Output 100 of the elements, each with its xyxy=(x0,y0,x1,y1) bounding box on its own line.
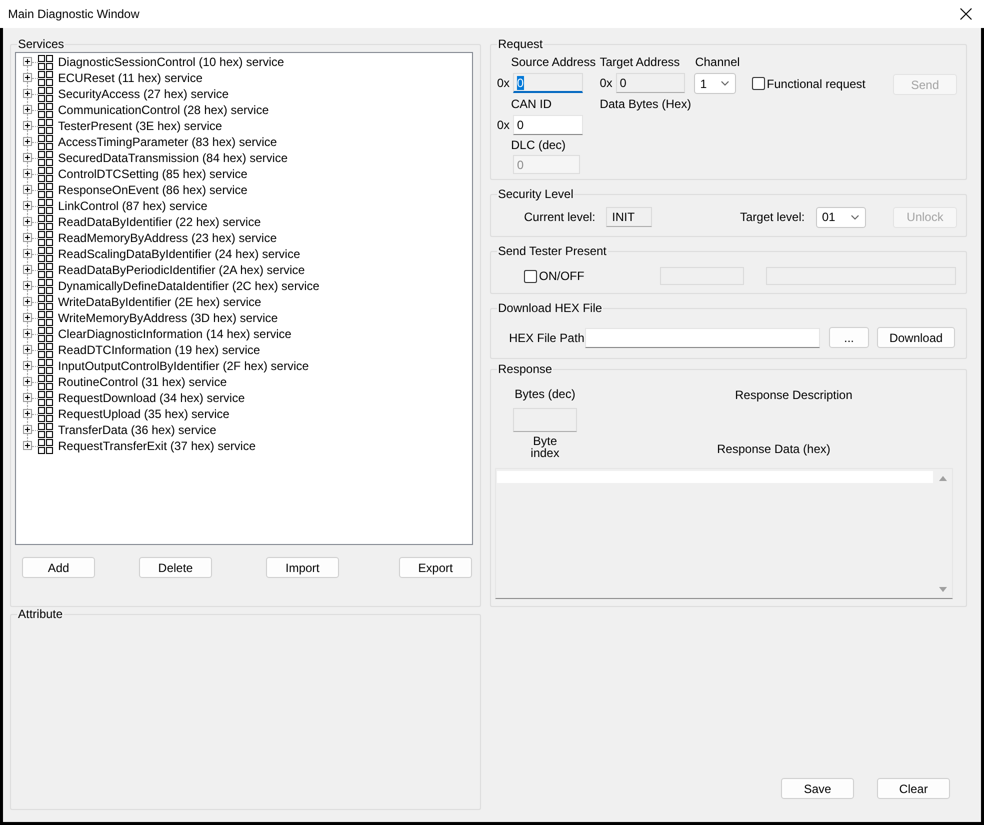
grid-icon xyxy=(38,166,53,182)
expand-icon[interactable] xyxy=(23,233,32,242)
expand-icon[interactable] xyxy=(23,89,32,98)
expand-icon[interactable] xyxy=(23,409,32,418)
tree-item[interactable]: DynamicallyDefineDataIdentifier (2C hex) service xyxy=(58,279,320,293)
grid-icon xyxy=(38,342,53,358)
group-title: Attribute xyxy=(17,607,64,621)
browse-button[interactable]: ... xyxy=(829,327,869,348)
source-address-field[interactable]: 0 xyxy=(513,73,583,93)
tree-item[interactable]: TransferData (36 hex) service xyxy=(58,423,216,437)
tree-item[interactable]: ReadScalingDataByIdentifier (24 hex) service xyxy=(58,247,300,261)
tree-item[interactable]: RequestDownload (34 hex) service xyxy=(58,391,245,405)
expand-icon[interactable] xyxy=(23,153,32,162)
checkbox-label[interactable]: ON/OFF xyxy=(539,269,584,283)
tree-item[interactable]: ReadDTCInformation (19 hex) service xyxy=(58,343,260,357)
field-label: Target level: xyxy=(740,210,806,224)
expand-icon[interactable] xyxy=(23,249,32,258)
list-action-button[interactable]: Export xyxy=(399,557,472,578)
tree-item[interactable]: AccessTimingParameter (83 hex) service xyxy=(58,135,277,149)
list-action-button[interactable]: Delete xyxy=(139,557,212,578)
expand-icon[interactable] xyxy=(23,185,32,194)
tree-item[interactable]: ControlDTCSetting (85 hex) service xyxy=(58,167,248,181)
grid-icon xyxy=(38,70,53,86)
grid-icon xyxy=(38,422,53,438)
group-title: Request xyxy=(497,37,544,51)
expand-icon[interactable] xyxy=(23,265,32,274)
group-title: Download HEX File xyxy=(497,301,604,315)
tree-item[interactable]: ReadDataByIdentifier (22 hex) service xyxy=(58,215,261,229)
channel-dropdown[interactable]: 1 xyxy=(694,73,736,94)
tree-item[interactable]: ClearDiagnosticInformation (14 hex) service xyxy=(58,327,292,341)
dialog-button[interactable]: Clear xyxy=(877,778,950,799)
checkbox[interactable] xyxy=(752,77,765,90)
grid-icon xyxy=(38,374,53,390)
tree-item[interactable]: InputOutputControlByIdentifier (2F hex) service xyxy=(58,359,309,373)
tree-item[interactable]: TesterPresent (3E hex) service xyxy=(58,119,222,133)
grid-icon xyxy=(38,326,53,342)
tree-item[interactable]: DiagnosticSessionControl (10 hex) service xyxy=(58,55,284,69)
expand-icon[interactable] xyxy=(23,329,32,338)
tree-item[interactable]: WriteDataByIdentifier (2E hex) service xyxy=(58,295,262,309)
field-label: Data Bytes (Hex) xyxy=(600,97,692,111)
tree-item[interactable]: SecurityAccess (27 hex) service xyxy=(58,87,229,101)
tree-item[interactable]: SecuredDataTransmission (84 hex) service xyxy=(58,151,288,165)
expand-icon[interactable] xyxy=(23,313,32,322)
bytes-field xyxy=(513,408,577,432)
expand-icon[interactable] xyxy=(23,201,32,210)
tree-item[interactable]: RequestUpload (35 hex) service xyxy=(58,407,230,421)
expand-icon[interactable] xyxy=(23,57,32,66)
tree-item[interactable]: WriteMemoryByAddress (3D hex) service xyxy=(58,311,278,325)
grid-icon xyxy=(38,262,53,278)
expand-icon[interactable] xyxy=(23,169,32,178)
field-label: Source Address xyxy=(511,55,596,69)
checkbox-label[interactable]: Functional request xyxy=(766,76,866,90)
grid-icon xyxy=(38,214,53,230)
list-action-button[interactable]: Import xyxy=(266,557,339,578)
field-label: HEX File Path xyxy=(509,330,585,344)
expand-icon[interactable] xyxy=(23,297,32,306)
field-label: CAN ID xyxy=(511,97,552,111)
tree-item[interactable]: LinkControl (87 hex) service xyxy=(58,199,208,213)
expand-icon[interactable] xyxy=(23,377,32,386)
group-title: Send Tester Present xyxy=(497,244,608,258)
expand-icon[interactable] xyxy=(23,217,32,226)
grid-icon xyxy=(38,230,53,246)
field-label: Channel xyxy=(695,55,740,69)
tree-item[interactable]: ECUReset (11 hex) service xyxy=(58,71,202,85)
tree-item[interactable]: RoutineControl (31 hex) service xyxy=(58,375,227,389)
expand-icon[interactable] xyxy=(23,121,32,130)
grid-icon xyxy=(38,134,53,150)
target-level-dropdown[interactable]: 01 xyxy=(816,206,866,228)
tree-item[interactable]: ResponseOnEvent (86 hex) service xyxy=(58,183,248,197)
close-icon[interactable] xyxy=(960,8,972,20)
grid-icon xyxy=(38,390,53,406)
list-action-button[interactable]: Add xyxy=(22,557,95,578)
expand-icon[interactable] xyxy=(23,393,32,402)
target-address-field[interactable]: 0 xyxy=(616,73,685,93)
grid-icon xyxy=(38,294,53,310)
can-id-field[interactable]: 0 xyxy=(513,115,583,135)
expand-icon[interactable] xyxy=(23,425,32,434)
file-path-field[interactable] xyxy=(585,328,820,348)
tree-item[interactable]: RequestTransferExit (37 hex) service xyxy=(58,439,256,453)
grid-icon xyxy=(38,310,53,326)
grid-icon xyxy=(38,86,53,102)
expand-icon[interactable] xyxy=(23,105,32,114)
grid-icon xyxy=(38,246,53,262)
download-button[interactable]: Download xyxy=(877,327,955,348)
expand-icon[interactable] xyxy=(23,345,32,354)
window-title: Main Diagnostic Window xyxy=(8,6,140,23)
expand-icon[interactable] xyxy=(23,441,32,450)
field-label: Response Description xyxy=(735,388,852,402)
expand-icon[interactable] xyxy=(23,361,32,370)
grid-icon xyxy=(38,438,53,454)
dialog-button[interactable]: Save xyxy=(781,778,854,799)
checkbox[interactable] xyxy=(524,270,537,282)
field-label: Bytes (dec) xyxy=(514,387,576,401)
tree-item[interactable]: ReadDataByPeriodicIdentifier (2A hex) service xyxy=(58,263,305,277)
tree-item[interactable]: ReadMemoryByAddress (23 hex) service xyxy=(58,231,277,245)
expand-icon[interactable] xyxy=(23,281,32,290)
field-label: Target Address xyxy=(600,55,680,69)
expand-icon[interactable] xyxy=(23,137,32,146)
tree-item[interactable]: CommunicationControl (28 hex) service xyxy=(58,103,269,117)
expand-icon[interactable] xyxy=(23,73,32,82)
